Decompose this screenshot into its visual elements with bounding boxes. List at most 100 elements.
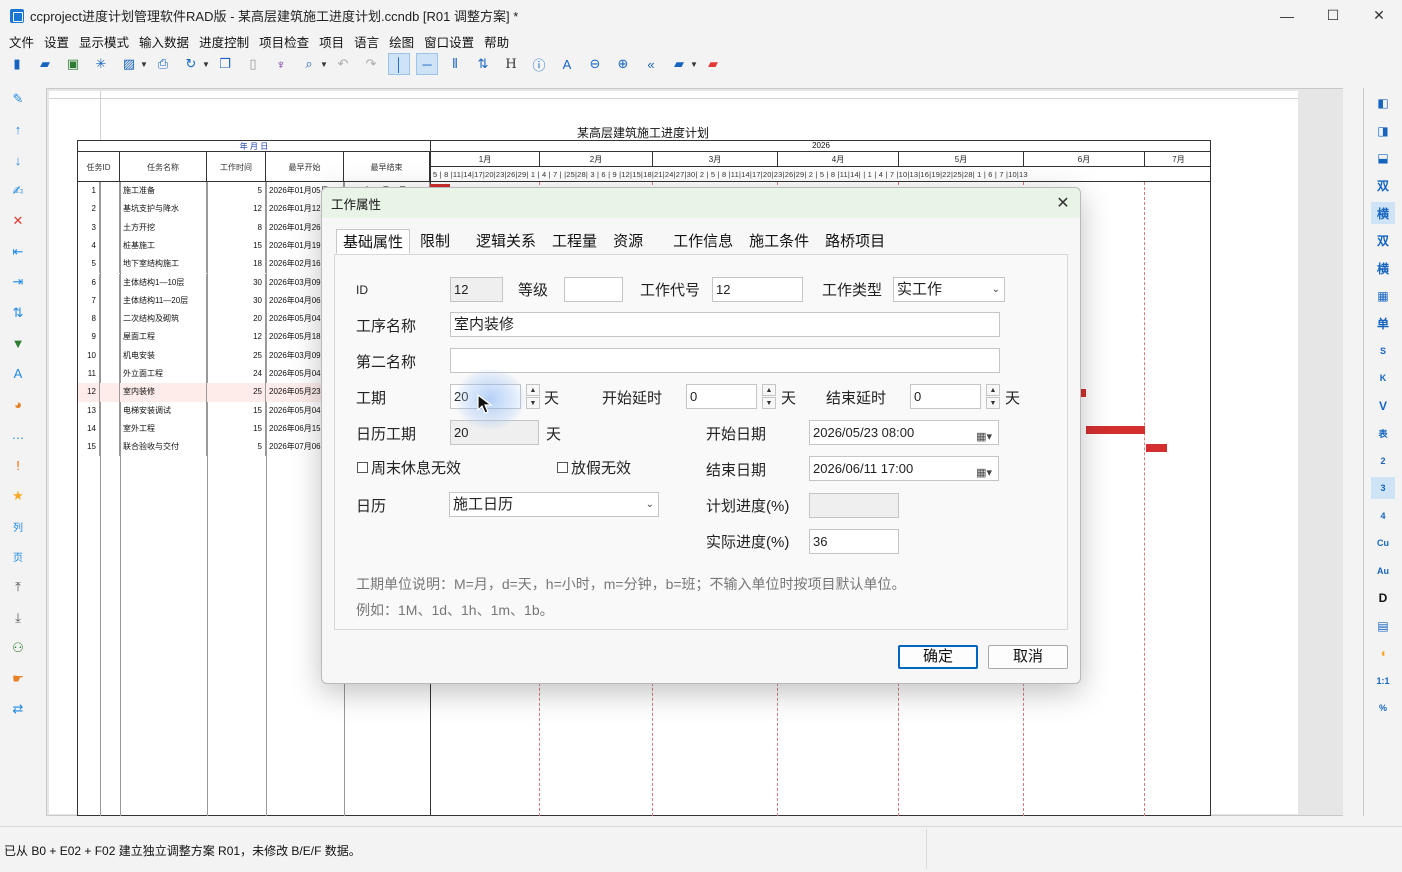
move-top-icon[interactable]: ⤒ [7,576,29,598]
zoom-in-icon[interactable]: ⊕ [612,53,634,75]
menu-project[interactable]: 项目 [314,32,349,51]
save-icon[interactable]: ▣ [62,53,84,75]
double-mode-button-2[interactable]: 双 [1371,230,1395,252]
menu-display-mode[interactable]: 显示模式 [74,32,134,51]
arrow-down-icon[interactable]: ↓ [7,149,29,171]
tab-road-bridge[interactable]: 路桥项目 [819,229,891,254]
second-name-field[interactable] [450,348,1000,373]
dots-icon[interactable]: … [7,424,29,446]
move-bottom-icon[interactable]: ⤓ [7,607,29,629]
cancel-button[interactable]: 取消 [988,645,1068,669]
column-icon[interactable]: 列 [7,515,29,537]
undo-icon[interactable]: ↶ [332,53,354,75]
zoom-out-icon[interactable]: ⊖ [584,53,606,75]
indent-icon[interactable]: ⇥ [7,271,29,293]
d-button[interactable]: D [1371,587,1395,609]
chevron-down-icon[interactable]: ▼ [320,53,328,75]
horizontal-line-icon[interactable]: ─ [416,53,438,75]
table-icon[interactable]: ▦ [1371,285,1395,307]
tab-resources[interactable]: 资源 [607,229,649,254]
calendar-duration-field[interactable]: 20 [450,420,539,445]
tab-conditions[interactable]: 施工条件 [743,229,815,254]
columns-icon[interactable]: ⦀ [444,53,466,75]
id-field[interactable]: 12 [450,277,503,302]
pencil-icon[interactable]: ✎ [7,88,29,110]
end-delay-stepper[interactable]: ▲ ▼ [986,384,1000,409]
close-window-button[interactable]: ✕ [1356,0,1402,31]
s-button[interactable]: S [1371,340,1395,362]
col-early-start[interactable]: 最早开始 [266,152,344,182]
duration-stepper[interactable]: ▲ ▼ [526,384,540,409]
start-delay-stepper[interactable]: ▲ ▼ [762,384,776,409]
menu-input-data[interactable]: 输入数据 [134,32,194,51]
info-icon[interactable]: ⓘ [528,53,550,75]
v-button[interactable]: V [1371,395,1395,417]
task-bar[interactable] [1146,444,1167,452]
menu-help[interactable]: 帮助 [479,32,514,51]
chevron-down-icon[interactable]: ▼ [202,53,210,75]
level-4-button[interactable]: 4 [1371,505,1395,527]
col-duration[interactable]: 工作时间 [207,152,266,182]
end-delay-field[interactable]: 0 [910,384,981,409]
new-file-icon[interactable]: ▮ [6,53,28,75]
hand-icon[interactable]: ☛ [7,668,29,690]
tab-basic[interactable]: 基础属性 [336,229,411,254]
k-button[interactable]: K [1371,367,1395,389]
menu-settings[interactable]: 设置 [39,32,74,51]
comment-icon[interactable]: ◖ [1371,642,1395,664]
delete-icon[interactable]: ✕ [7,210,29,232]
au-button[interactable]: Au [1371,560,1395,582]
menu-language[interactable]: 语言 [349,32,384,51]
plan-progress-field[interactable] [809,493,899,518]
tab-logic[interactable]: 逻辑关系 [470,229,542,254]
panel-left-icon[interactable]: ◧ [1371,92,1395,114]
h-icon[interactable]: H [500,53,522,75]
col-early-end[interactable]: 最早结束 [344,152,430,182]
menu-project-check[interactable]: 项目检查 [254,32,314,51]
find-icon[interactable]: ⌕ [298,53,320,75]
tab-quantity[interactable]: 工程量 [546,229,603,254]
actual-progress-field[interactable]: 36 [809,529,899,554]
red-folder-icon[interactable]: ▰ [702,53,724,75]
end-date-picker[interactable]: 2026/06/11 17:00 ▦▾ [809,456,999,481]
redo-icon[interactable]: ↷ [360,53,382,75]
page-icon[interactable]: 页 [7,546,29,568]
minimize-button[interactable]: — [1264,0,1310,31]
export-image-icon[interactable]: ▨ [118,53,140,75]
horizontal-mode-button-2[interactable]: 横 [1371,257,1395,279]
open-folder-icon[interactable]: ▰ [34,53,56,75]
format-painter-icon[interactable]: ♆ [270,53,292,75]
ok-button[interactable]: 确定 [898,645,978,669]
level-2-button[interactable]: 2 [1371,450,1395,472]
refresh-icon[interactable]: ↻ [180,53,202,75]
asterisk-icon[interactable]: ✳ [90,53,112,75]
process-name-field[interactable]: 室内装修 [450,312,1000,337]
close-icon[interactable]: ✕ [1052,192,1074,214]
calendar-icon[interactable]: ▤ [1371,615,1395,637]
cu-button[interactable]: Cu [1371,532,1395,554]
star-icon[interactable]: ★ [7,485,29,507]
users-icon[interactable]: ⚇ [7,637,29,659]
open-project-icon[interactable]: ▰ [668,53,690,75]
horizontal-mode-button[interactable]: 横 [1371,202,1395,224]
calendar-select[interactable]: 施工日历 ⌄ [449,492,659,517]
copy-icon[interactable]: ❐ [214,53,236,75]
level-3-button[interactable]: 3 [1371,477,1395,499]
holiday-invalid-checkbox[interactable] [557,462,568,473]
col-task-id[interactable]: 任务ID [78,152,120,182]
print-icon[interactable]: ⎙ [152,53,174,75]
col-task-name[interactable]: 任务名称 [120,152,207,182]
chevron-down-icon[interactable]: ▼ [690,53,698,75]
back-icon[interactable]: « [640,53,662,75]
maximize-button[interactable]: ☐ [1310,0,1356,31]
swap-vertical-icon[interactable]: ⇅ [7,302,29,324]
work-code-field[interactable]: 12 [712,277,803,302]
percent-button[interactable]: % [1371,697,1395,719]
filter-icon[interactable]: ▼ [7,332,29,354]
tab-constraints[interactable]: 限制 [414,229,456,254]
vertical-scrollbar[interactable] [1343,88,1363,816]
task-bar[interactable] [1081,389,1086,397]
start-date-picker[interactable]: 2026/05/23 08:00 ▦▾ [809,420,999,445]
menu-progress-control[interactable]: 进度控制 [194,32,254,51]
edit-icon[interactable]: ✍ [7,180,29,202]
